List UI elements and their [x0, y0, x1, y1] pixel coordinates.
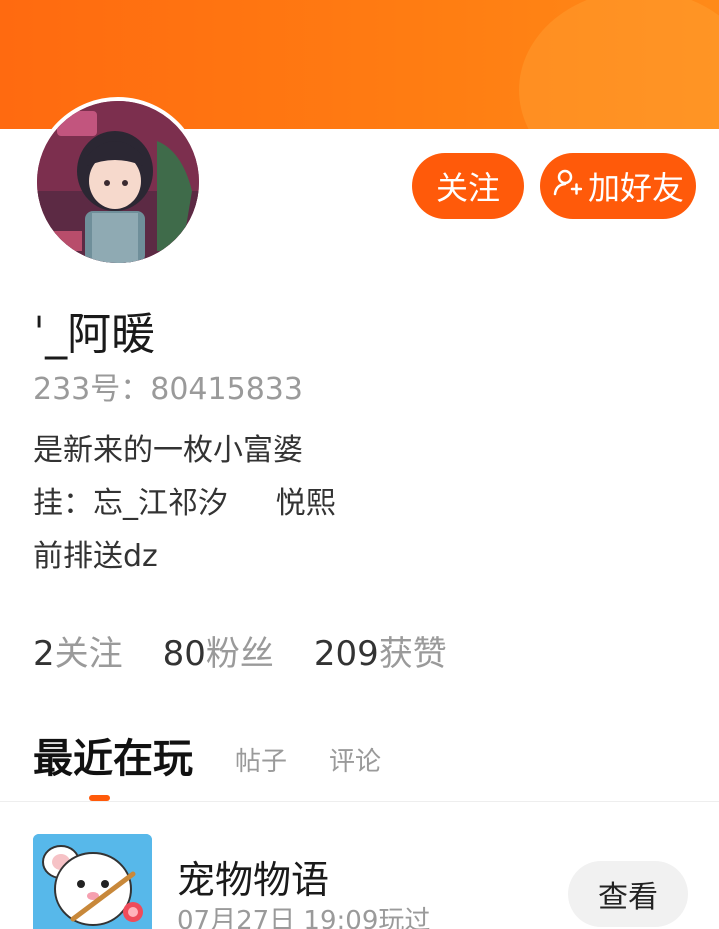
stat-label: 获赞 [378, 634, 447, 674]
bio: 是新来的一枚小富婆 挂：忘_江祁汐 悦熙 前排送dz [33, 433, 336, 574]
stat-number: 2 [33, 634, 55, 674]
add-friend-label: 加好友 [587, 169, 684, 207]
stat-label: 关注 [54, 634, 123, 674]
add-person-icon [552, 167, 583, 205]
view-game-button[interactable]: 查看 [568, 861, 688, 927]
stats-row: 2关注 80粉丝 209获赞 [33, 626, 447, 675]
avatar[interactable] [33, 97, 203, 267]
stat-number: 209 [313, 634, 379, 674]
stat-label: 粉丝 [205, 634, 274, 674]
tab-comments[interactable]: 评论 [329, 741, 381, 784]
stat-likes[interactable]: 209获赞 [314, 626, 447, 675]
follow-button[interactable]: 关注 [412, 153, 524, 219]
tab-recently-played[interactable]: 最近在玩 [33, 726, 193, 784]
stat-number: 80 [162, 634, 206, 674]
add-friend-button[interactable]: 加好友 [540, 153, 696, 219]
game-last-played: 07月27日 19:09玩过 [177, 906, 431, 929]
view-label: 查看 [598, 880, 658, 915]
follow-label: 关注 [435, 169, 500, 207]
stat-following[interactable]: 2关注 [33, 626, 123, 675]
user-id: 233号：80415833 [33, 372, 303, 407]
username: ˈ_阿暖 [33, 309, 156, 360]
stat-fans[interactable]: 80粉丝 [163, 626, 274, 675]
profile-tabs: 最近在玩 帖子 评论 [33, 726, 381, 784]
divider [0, 801, 719, 802]
game-name[interactable]: 宠物物语 [177, 849, 329, 904]
tab-posts[interactable]: 帖子 [235, 741, 287, 784]
game-icon[interactable] [33, 834, 152, 929]
